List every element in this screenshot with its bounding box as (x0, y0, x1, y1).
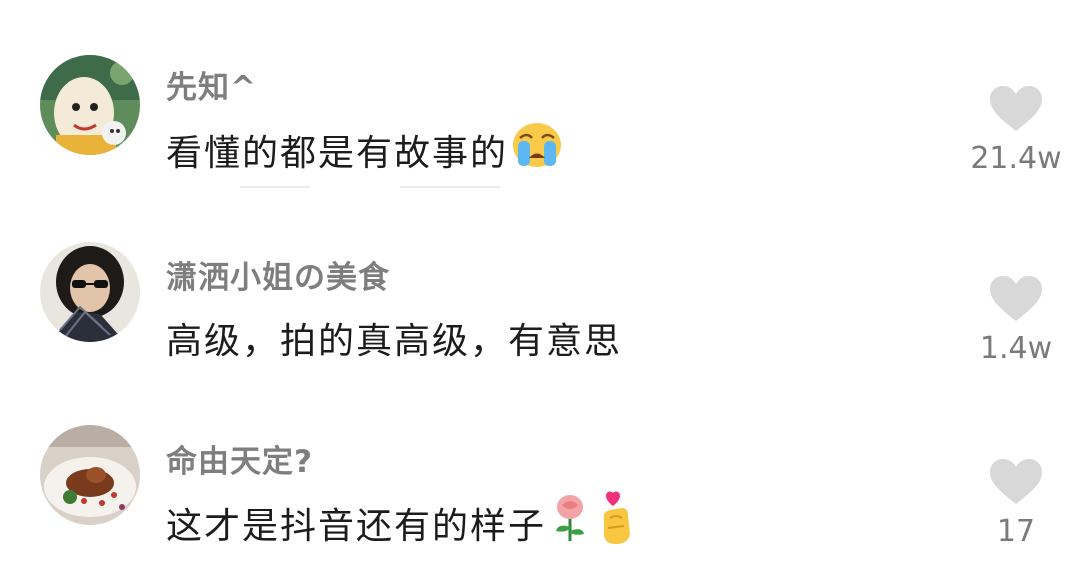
finger-heart-icon (594, 490, 638, 555)
username[interactable]: 命由天定? (166, 436, 313, 481)
heart-icon (990, 459, 1042, 504)
like-button[interactable]: 17 (956, 458, 1076, 549)
avatar[interactable] (40, 425, 140, 525)
comment-text-content: 这才是抖音还有的样子 (166, 505, 547, 547)
like-count: 17 (996, 514, 1036, 549)
comment-text: 这才是抖音还有的样子 (166, 490, 638, 555)
avatar-image (40, 425, 140, 525)
comment-item: 命由天定? 这才是抖音还有的样子 17 (0, 0, 1080, 566)
rose-icon (550, 493, 590, 552)
